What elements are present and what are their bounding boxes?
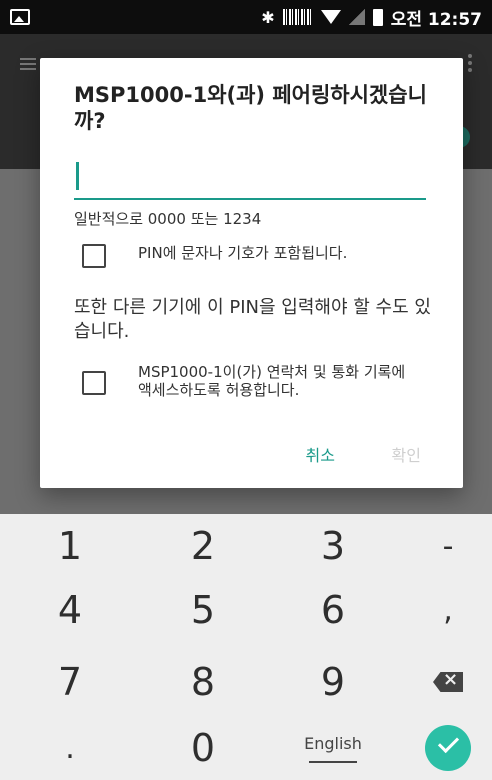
- pin-contains-letters-option[interactable]: PIN에 문자나 기호가 포함됩니다.: [82, 244, 418, 268]
- backspace-icon: [433, 672, 463, 692]
- numeric-keypad: 1 2 3 - 4 5 6 , 7 8 9 . 0 English: [0, 514, 492, 780]
- key-4[interactable]: 4: [10, 578, 130, 642]
- image-notification-icon: [10, 9, 30, 25]
- pin-letters-label: PIN에 문자나 기호가 포함됩니다.: [138, 244, 348, 262]
- confirm-button[interactable]: 확인: [392, 442, 421, 466]
- text-cursor: [76, 162, 79, 190]
- menu-icon: [20, 58, 36, 70]
- key-dash[interactable]: -: [388, 514, 492, 578]
- key-0[interactable]: 0: [143, 716, 263, 780]
- contacts-access-checkbox[interactable]: [82, 371, 106, 395]
- overflow-menu-icon: [468, 54, 472, 58]
- pin-hint: 일반적으로 0000 또는 1234: [74, 210, 262, 228]
- status-icons: ✱ 오전 12:57: [261, 5, 482, 30]
- key-6[interactable]: 6: [273, 578, 393, 642]
- pairing-dialog: MSP1000-1와(과) 페어링하시겠습니까? 일반적으로 0000 또는 1…: [40, 58, 463, 488]
- key-1[interactable]: 1: [10, 514, 130, 578]
- dialog-title: MSP1000-1와(과) 페어링하시겠습니까?: [74, 83, 427, 133]
- enter-key[interactable]: [388, 716, 492, 780]
- signal-icon: [348, 9, 365, 25]
- key-7[interactable]: 7: [10, 650, 130, 714]
- key-8[interactable]: 8: [143, 650, 263, 714]
- language-key[interactable]: English: [273, 716, 393, 780]
- key-2[interactable]: 2: [143, 514, 263, 578]
- cancel-button[interactable]: 취소: [306, 442, 335, 466]
- bluetooth-icon: ✱: [261, 7, 275, 27]
- contacts-access-label: MSP1000-1이(가) 연락처 및 통화 기록에 액세스하도록 허용합니다.: [138, 363, 406, 399]
- checkmark-icon: [425, 725, 471, 771]
- clock: 오전 12:57: [390, 9, 482, 30]
- key-period[interactable]: .: [10, 716, 130, 780]
- pin-letters-checkbox[interactable]: [82, 244, 106, 268]
- key-comma[interactable]: ,: [388, 578, 492, 642]
- language-label: English: [304, 733, 362, 753]
- key-3[interactable]: 3: [273, 514, 393, 578]
- key-9[interactable]: 9: [273, 650, 393, 714]
- pin-info-text: 또한 다른 기기에 이 PIN을 입력해야 할 수도 있습니다.: [74, 297, 431, 342]
- vibrate-icon: [282, 9, 313, 25]
- key-5[interactable]: 5: [143, 578, 263, 642]
- contacts-access-option[interactable]: MSP1000-1이(가) 연락처 및 통화 기록에 액세스하도록 허용합니다.: [82, 363, 418, 399]
- wifi-icon: [320, 10, 341, 24]
- pin-input[interactable]: [74, 156, 426, 200]
- battery-icon: [372, 8, 383, 26]
- status-bar: ✱ 오전 12:57: [0, 0, 492, 34]
- language-underline: [309, 760, 357, 763]
- backspace-key[interactable]: [388, 650, 492, 714]
